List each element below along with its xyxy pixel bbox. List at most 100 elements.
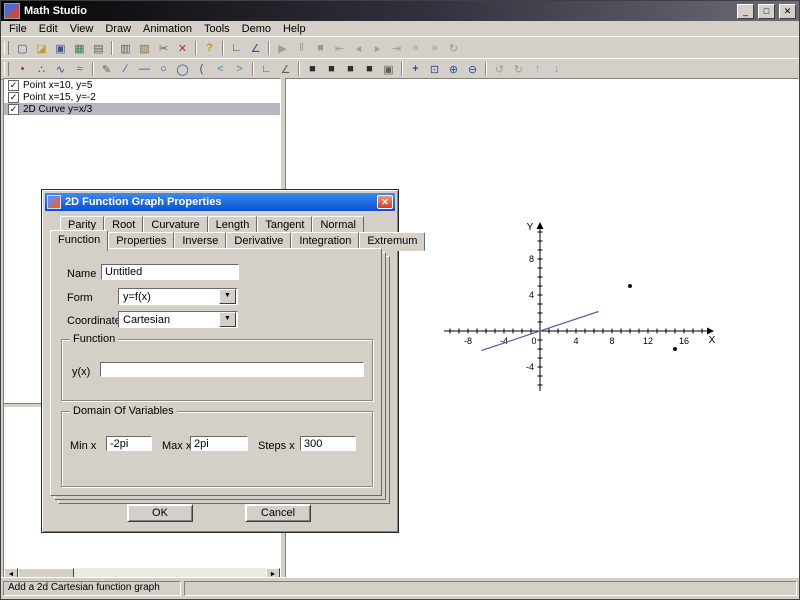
menu-item-animation[interactable]: Animation <box>137 22 198 36</box>
pencil-icon[interactable]: ✎ <box>97 61 116 78</box>
dialog-close-icon[interactable]: ✕ <box>377 195 393 209</box>
status-extra-cell <box>184 581 797 596</box>
plot-parametric-icon[interactable]: ∠ <box>246 40 265 57</box>
point-icon[interactable]: • <box>13 61 32 78</box>
x-tick-label: 8 <box>609 336 614 346</box>
angle-close-icon[interactable]: > <box>230 61 249 78</box>
name-input[interactable] <box>101 264 239 280</box>
loop-icon[interactable]: ↻ <box>444 40 463 57</box>
min-x-input[interactable] <box>106 436 152 451</box>
min-x-label: Min x <box>70 440 96 452</box>
menu-bar: FileEditViewDrawAnimationToolsDemoHelp <box>1 21 799 36</box>
ellipse-icon[interactable]: ◯ <box>173 61 192 78</box>
chevron-down-icon[interactable]: ▼ <box>219 289 236 304</box>
ok-button[interactable]: OK <box>127 504 193 522</box>
curve-fit-icon[interactable]: ≈ <box>70 61 89 78</box>
frame-icon[interactable]: ▣ <box>379 61 398 78</box>
yx-input[interactable] <box>100 362 364 377</box>
menu-item-edit[interactable]: Edit <box>33 22 64 36</box>
x-axis-arrow <box>707 328 714 335</box>
fast-forward-icon[interactable]: » <box>425 40 444 57</box>
menu-item-view[interactable]: View <box>64 22 100 36</box>
fill-style-icon[interactable]: ■ <box>341 61 360 78</box>
rewind-icon[interactable]: « <box>406 40 425 57</box>
steps-x-input[interactable] <box>300 436 356 451</box>
menu-item-tools[interactable]: Tools <box>198 22 236 36</box>
rotate-left-icon[interactable]: ↺ <box>490 61 509 78</box>
dialog-titlebar[interactable]: 2D Function Graph Properties ✕ <box>45 193 395 211</box>
move-up-icon[interactable]: ↑ <box>528 61 547 78</box>
segment-icon[interactable]: — <box>135 61 154 78</box>
new-icon[interactable]: ▢ <box>13 40 32 57</box>
object-list-item[interactable]: ✓Point x=15, y=-2 <box>4 91 280 103</box>
move-down-icon[interactable]: ↓ <box>547 61 566 78</box>
point-set-icon[interactable]: ∴ <box>32 61 51 78</box>
coordinate-dropdown-value: Cartesian <box>119 314 219 326</box>
move-icon[interactable]: + <box>406 61 425 78</box>
domain-group-legend: Domain Of Variables <box>70 405 177 417</box>
object-list-item[interactable]: ✓2D Curve y=x/3 <box>4 103 280 115</box>
polyline-icon[interactable]: ∿ <box>51 61 70 78</box>
menu-item-demo[interactable]: Demo <box>236 22 277 36</box>
menu-item-help[interactable]: Help <box>277 22 312 36</box>
tab-function[interactable]: Function <box>50 230 108 251</box>
pen-style-icon[interactable]: ■ <box>322 61 341 78</box>
cancel-button[interactable]: Cancel <box>245 504 311 522</box>
dialog-icon <box>47 195 61 209</box>
toolbar-grip <box>4 41 9 55</box>
cut-icon[interactable]: ✂ <box>154 40 173 57</box>
arc-icon[interactable]: ( <box>192 61 211 78</box>
object-list-item-label: Point x=10, y=5 <box>23 80 93 91</box>
chevron-down-icon[interactable]: ▼ <box>219 312 236 327</box>
font-style-icon[interactable]: ■ <box>360 61 379 78</box>
x-tick-label: 16 <box>679 336 689 346</box>
help-icon[interactable]: ? <box>200 40 219 57</box>
close-button[interactable]: ✕ <box>779 4 796 19</box>
domain-group: Domain Of Variables Min x Max x Steps x <box>61 411 373 487</box>
status-bar: Add a 2d Cartesian function graph <box>1 577 799 599</box>
open-icon[interactable]: ◪ <box>32 40 51 57</box>
zoom-out-icon[interactable]: ⊖ <box>463 61 482 78</box>
copy-icon[interactable]: ▥ <box>116 40 135 57</box>
checkbox-checked-icon[interactable]: ✓ <box>8 92 19 103</box>
save-icon[interactable]: ▣ <box>51 40 70 57</box>
circle-icon[interactable]: ○ <box>154 61 173 78</box>
step-last-icon[interactable]: ⇥ <box>387 40 406 57</box>
data-point <box>673 347 677 351</box>
maximize-button[interactable]: □ <box>758 4 775 19</box>
rotate-right-icon[interactable]: ↻ <box>509 61 528 78</box>
axes-curve-icon[interactable]: ∠ <box>276 61 295 78</box>
export-chart-icon[interactable]: ▦ <box>70 40 89 57</box>
step-first-icon[interactable]: ⇤ <box>330 40 349 57</box>
step-forward-icon[interactable]: ▸ <box>368 40 387 57</box>
max-x-input[interactable] <box>190 436 248 451</box>
brush-style-icon[interactable]: ■ <box>303 61 322 78</box>
menu-item-file[interactable]: File <box>3 22 33 36</box>
toolbar-separator <box>268 41 270 55</box>
print-icon[interactable]: ▤ <box>89 40 108 57</box>
coordinate-dropdown[interactable]: Cartesian ▼ <box>118 311 238 328</box>
delete-icon[interactable]: ✕ <box>173 40 192 57</box>
step-back-icon[interactable]: ◂ <box>349 40 368 57</box>
zoom-window-icon[interactable]: ⊡ <box>425 61 444 78</box>
pause-icon[interactable]: ‖ <box>292 40 311 57</box>
x-tick-label: 12 <box>643 336 653 346</box>
paste-icon[interactable]: ▨ <box>135 40 154 57</box>
form-dropdown[interactable]: y=f(x) ▼ <box>118 288 238 305</box>
play-icon[interactable]: ▶ <box>273 40 292 57</box>
line-icon[interactable]: ∕ <box>116 61 135 78</box>
x-tick-label: -8 <box>464 336 472 346</box>
minimize-button[interactable]: _ <box>737 4 754 19</box>
angle-open-icon[interactable]: < <box>211 61 230 78</box>
stop-icon[interactable]: ■ <box>311 40 330 57</box>
menu-item-draw[interactable]: Draw <box>99 22 137 36</box>
zoom-in-icon[interactable]: ⊕ <box>444 61 463 78</box>
checkbox-checked-icon[interactable]: ✓ <box>8 104 19 115</box>
x-tick-label: 4 <box>573 336 578 346</box>
object-list-item[interactable]: ✓ Point x=10, y=5 <box>4 79 280 91</box>
axes-2d-icon[interactable]: ∟ <box>257 61 276 78</box>
plot-2d-icon[interactable]: ∟ <box>227 40 246 57</box>
checkbox-checked-icon[interactable]: ✓ <box>8 80 19 91</box>
window-titlebar[interactable]: Math Studio _ □ ✕ <box>1 1 799 21</box>
y-tick-label: 4 <box>529 290 534 300</box>
